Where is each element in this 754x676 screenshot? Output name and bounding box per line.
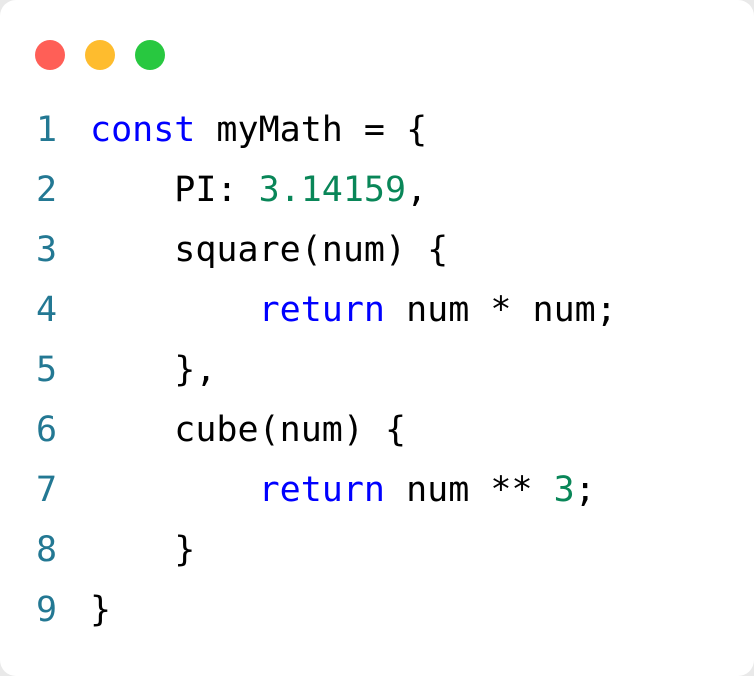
- close-button[interactable]: [35, 40, 65, 70]
- code-line: 6 cube(num) {: [36, 400, 617, 460]
- line-number: 8: [36, 530, 58, 570]
- code-token-number: 3: [553, 470, 575, 510]
- line-number: 1: [36, 110, 58, 150]
- code-token-keyword: return: [258, 470, 386, 510]
- line-number: 4: [36, 290, 58, 330]
- code-line: 2 PI: 3.14159,: [36, 160, 617, 220]
- code-token-text: ,: [406, 170, 428, 210]
- code-line: 4 return num * num;: [36, 280, 617, 340]
- window-controls: [35, 40, 165, 70]
- maximize-button[interactable]: [135, 40, 165, 70]
- minimize-button[interactable]: [85, 40, 115, 70]
- code-token-text: square(num) {: [90, 230, 449, 270]
- line-number: 7: [36, 470, 58, 510]
- code-line: 8 }: [36, 520, 617, 580]
- code-token-keyword: const: [90, 110, 196, 150]
- code-token-text: num **: [385, 470, 554, 510]
- code-line: 7 return num ** 3;: [36, 460, 617, 520]
- code-window: 1 const myMath = {2 PI: 3.14159, 3 square(…: [0, 0, 754, 676]
- code-line: 5 },: [36, 340, 617, 400]
- code-token-text: }: [90, 590, 112, 630]
- code-token-number: 3.14159: [258, 170, 407, 210]
- code-block: 1 const myMath = {2 PI: 3.14159, 3 square(…: [36, 100, 617, 640]
- line-number: 3: [36, 230, 58, 270]
- code-line: 1 const myMath = {: [36, 100, 617, 160]
- code-line: 3 square(num) {: [36, 220, 617, 280]
- code-token-text: num * num;: [385, 290, 617, 330]
- code-token-text: },: [90, 350, 217, 390]
- code-token-text: myMath = {: [195, 110, 428, 150]
- line-number: 6: [36, 410, 58, 450]
- line-number: 5: [36, 350, 58, 390]
- code-token-keyword: return: [258, 290, 386, 330]
- code-token-text: PI:: [90, 170, 259, 210]
- code-token-text: }: [90, 530, 196, 570]
- code-token-text: ;: [574, 470, 596, 510]
- code-token-text: cube(num) {: [90, 410, 407, 450]
- line-number: 2: [36, 170, 58, 210]
- code-line: 9}: [36, 580, 617, 640]
- line-number: 9: [36, 590, 58, 630]
